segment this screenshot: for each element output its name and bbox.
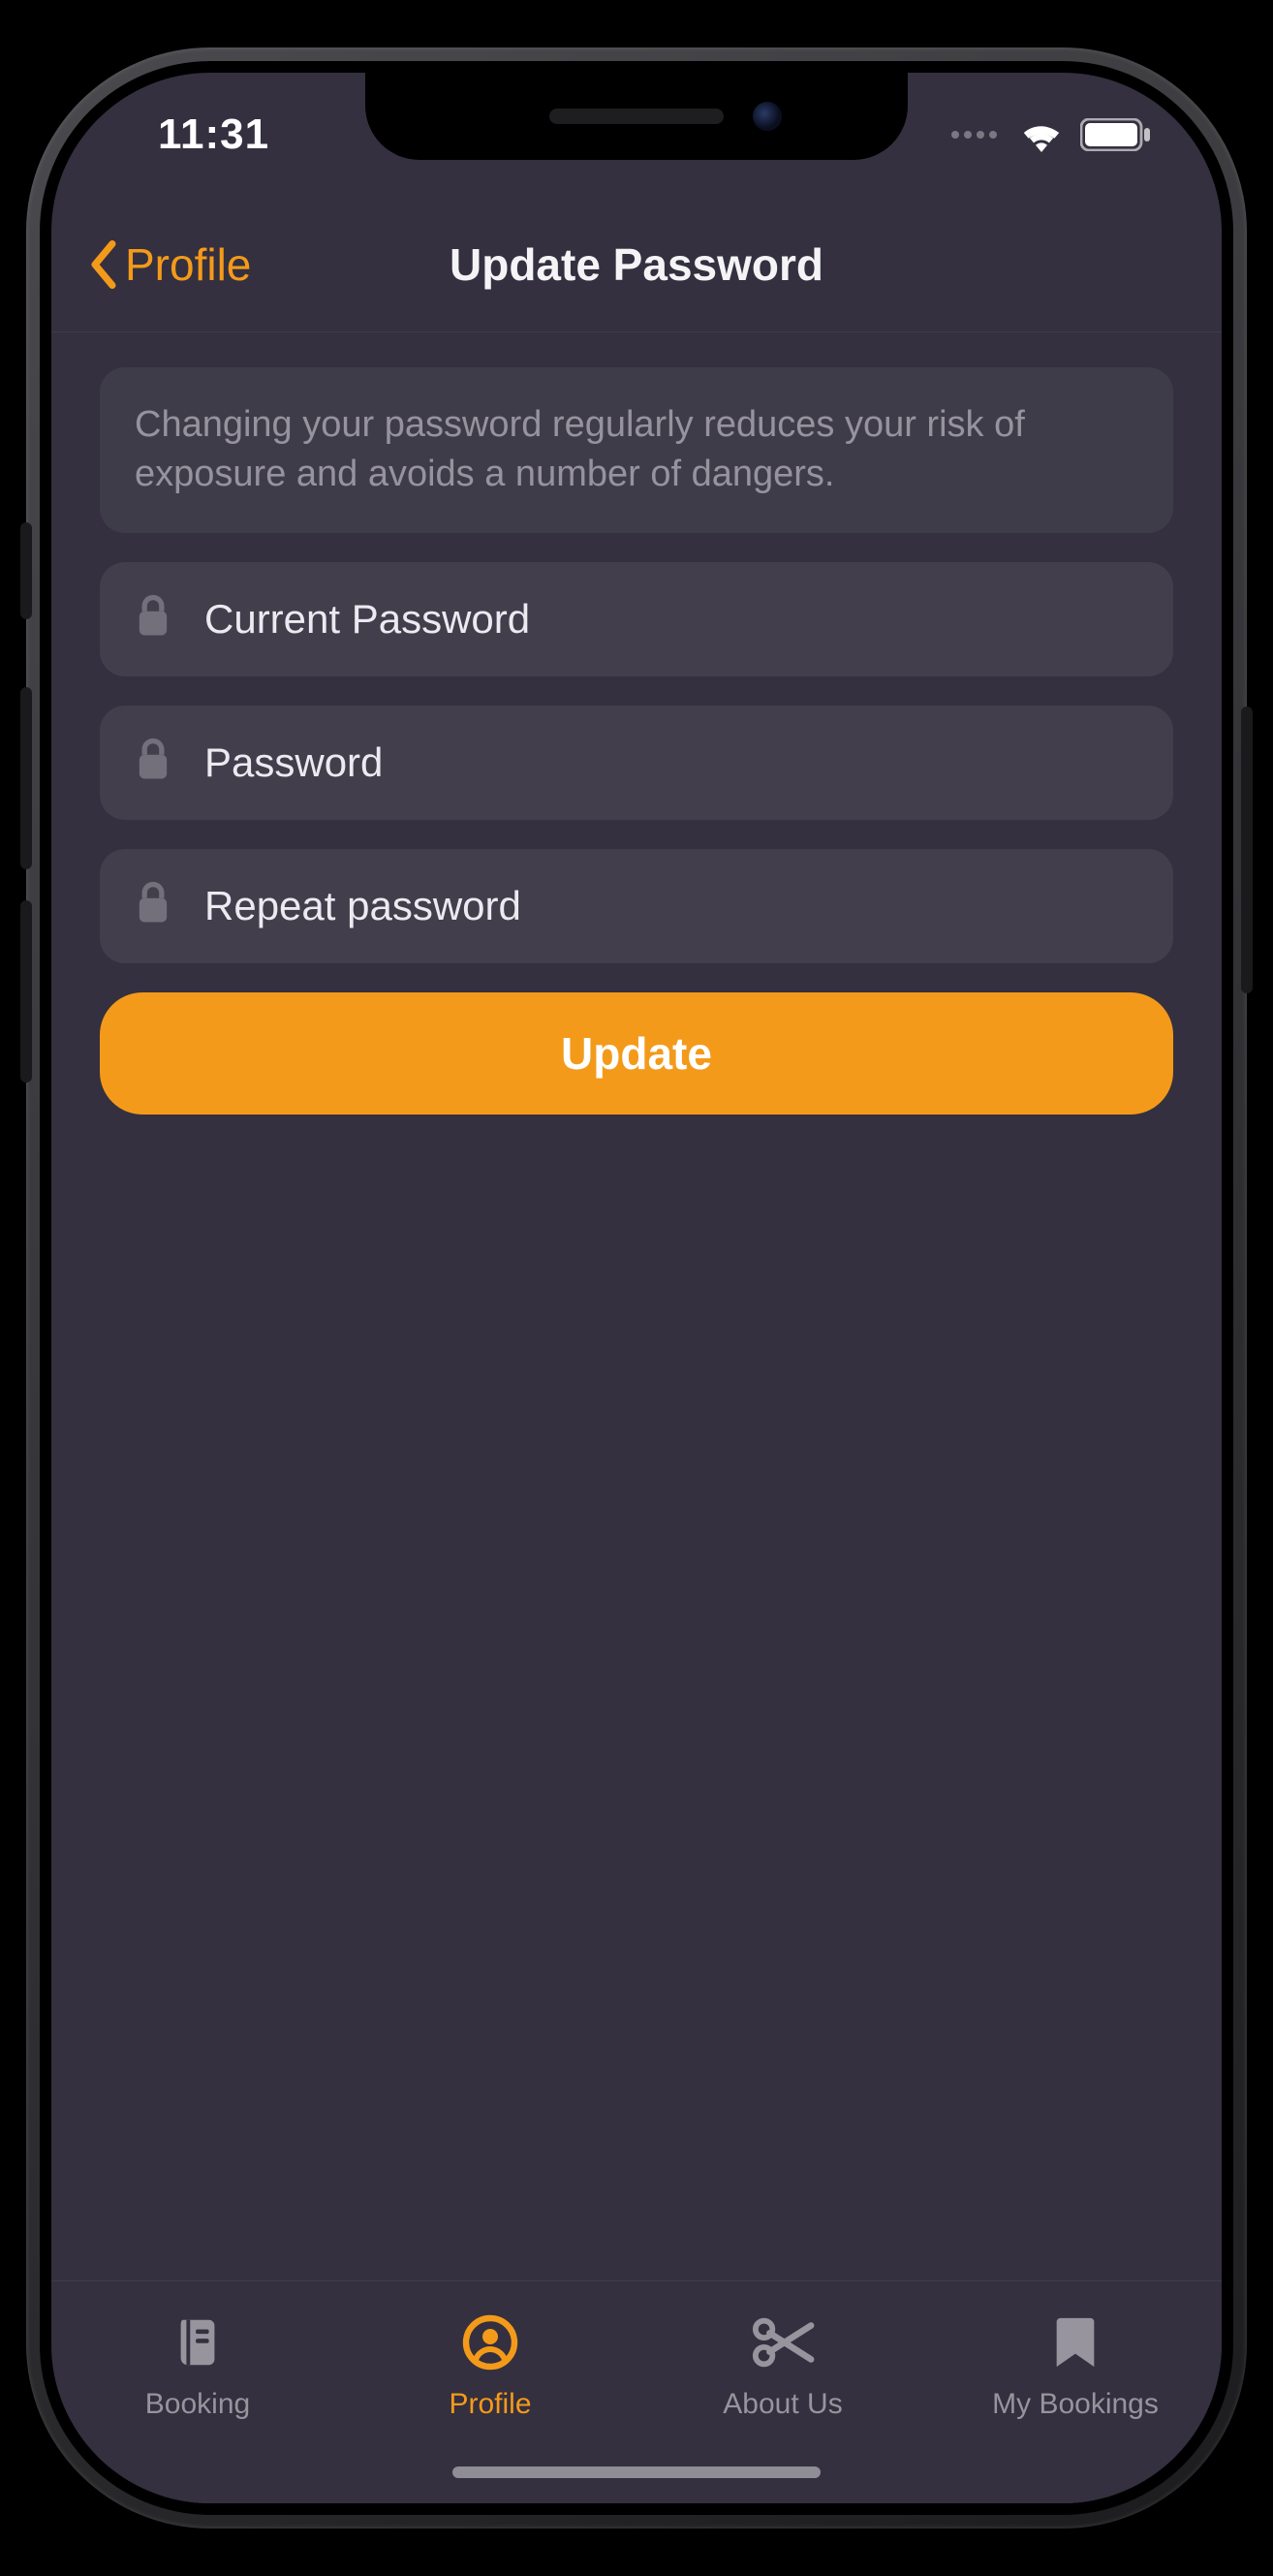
home-indicator[interactable] xyxy=(452,2466,821,2478)
battery-icon xyxy=(1080,118,1150,151)
side-button-power xyxy=(1241,707,1253,993)
cellular-dots-icon xyxy=(951,131,997,139)
lock-icon xyxy=(135,594,171,644)
lock-icon xyxy=(135,881,171,930)
device-notch xyxy=(365,73,908,160)
wifi-icon xyxy=(1018,117,1065,152)
side-button-vol-down xyxy=(20,900,32,1083)
tab-label: Booking xyxy=(145,2388,250,2421)
current-password-input[interactable] xyxy=(204,562,1138,676)
tab-profile[interactable]: Profile xyxy=(350,2310,631,2421)
update-button[interactable]: Update xyxy=(100,992,1173,1115)
speaker-grille xyxy=(549,109,724,124)
back-label: Profile xyxy=(125,238,251,291)
side-button-silent xyxy=(20,522,32,619)
lock-icon xyxy=(135,738,171,787)
chevron-left-icon xyxy=(88,240,119,289)
tab-my-bookings[interactable]: My Bookings xyxy=(935,2310,1216,2421)
book-icon xyxy=(170,2310,226,2374)
tab-label: About Us xyxy=(723,2388,842,2421)
content: Changing your password regularly reduces… xyxy=(51,332,1222,2280)
tab-label: My Bookings xyxy=(992,2388,1159,2421)
profile-icon xyxy=(461,2310,519,2374)
nav-header: Profile Update Password xyxy=(51,197,1222,332)
repeat-password-input[interactable] xyxy=(204,849,1138,963)
new-password-input[interactable] xyxy=(204,706,1138,820)
page-title: Update Password xyxy=(450,238,823,291)
scissors-icon xyxy=(751,2310,815,2374)
new-password-field[interactable] xyxy=(100,706,1173,820)
tab-about-us[interactable]: About Us xyxy=(642,2310,923,2421)
side-button-vol-up xyxy=(20,687,32,869)
repeat-password-field[interactable] xyxy=(100,849,1173,963)
back-button[interactable]: Profile xyxy=(88,238,251,291)
front-camera xyxy=(753,102,782,131)
device-frame: 11:31 xyxy=(26,47,1247,2529)
status-time: 11:31 xyxy=(119,110,269,159)
bookmark-icon xyxy=(1054,2310,1097,2374)
tab-label: Profile xyxy=(449,2388,531,2421)
tab-booking[interactable]: Booking xyxy=(57,2310,338,2421)
info-banner: Changing your password regularly reduces… xyxy=(100,367,1173,533)
current-password-field[interactable] xyxy=(100,562,1173,676)
